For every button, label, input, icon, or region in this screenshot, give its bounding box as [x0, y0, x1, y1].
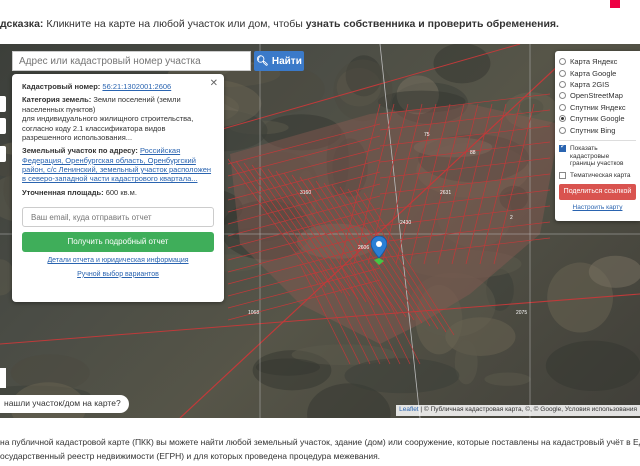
- parcel-number-label: 75: [424, 132, 430, 138]
- radio-icon: [559, 80, 566, 88]
- layer-option-label: Спутник Яндекс: [570, 102, 626, 112]
- left-control-3[interactable]: [0, 146, 6, 162]
- parcel-number-label: 3160: [300, 190, 311, 196]
- parcel-number-label: 2075: [516, 310, 527, 316]
- layer-option-0[interactable]: Карта Яндекс: [559, 56, 636, 67]
- left-control-1[interactable]: [0, 96, 6, 112]
- checkbox-checked-icon: [559, 143, 566, 152]
- layer-option-1[interactable]: Карта Google: [559, 67, 636, 78]
- land-category-row: Категория земель: Земли поселений (земли…: [22, 95, 194, 142]
- setup-map-link[interactable]: Настроить карту: [559, 204, 636, 211]
- layer-option-6[interactable]: Спутник Bing: [559, 124, 636, 135]
- search-button[interactable]: 🔍︎ Найти: [254, 51, 304, 71]
- share-link-button[interactable]: Поделиться ссылкой: [559, 183, 636, 200]
- layer-option-5[interactable]: Спутник Google: [559, 113, 636, 124]
- layer-option-label: Карта Яндекс: [570, 57, 618, 67]
- address-row: Земельный участок по адресу: Российская …: [22, 146, 212, 184]
- layer-option-label: OpenStreetMap: [570, 91, 623, 101]
- layer-panel: Карта Яндекс Карта Google Карта 2GIS OpenSt…: [555, 51, 640, 221]
- get-report-button[interactable]: Получить подробный отчет: [22, 232, 214, 253]
- parcel-info-popup: ✕ Кадастровый номер: 56:21:1302001:2606 …: [12, 74, 224, 302]
- description-text: на публичной кадастровой карте (ПКК) вы …: [0, 437, 640, 461]
- map-pin-icon[interactable]: [370, 235, 388, 271]
- radio-icon: [559, 103, 566, 111]
- manual-choice-link[interactable]: Ручной выбор вариантов: [77, 271, 159, 278]
- parcel-number-label: 2631: [440, 190, 451, 196]
- area-row: Уточненная площадь: 600 кв.м.: [22, 187, 137, 197]
- report-details-link[interactable]: Детали отчета и юридическая информация: [47, 257, 188, 264]
- parcel-number-label: 1068: [248, 310, 259, 316]
- thematic-map-checkbox[interactable]: Тематическая карта: [559, 172, 636, 180]
- search-input[interactable]: [12, 51, 251, 71]
- radio-icon: [559, 126, 566, 134]
- not-found-bubble[interactable]: нашли участок/дом на карте?: [0, 395, 129, 413]
- layer-option-2[interactable]: Карта 2GIS: [559, 79, 636, 90]
- layer-option-label: Карта 2GIS: [570, 79, 610, 89]
- radio-icon: [559, 115, 566, 123]
- close-icon[interactable]: ✕: [210, 78, 218, 91]
- map-attribution: Leaflet | © Публичная кадастровая карта,…: [396, 405, 640, 416]
- left-control-2[interactable]: [0, 118, 6, 134]
- cad-number-link[interactable]: 56:21:1302001:2606: [102, 82, 171, 91]
- layer-option-label: Спутник Google: [570, 114, 625, 124]
- hint-line: дсказка: Кликните на карте на любой учас…: [0, 18, 559, 30]
- parcel-number-label: 2: [510, 215, 513, 221]
- left-edge-button[interactable]: [0, 368, 6, 388]
- search-icon: 🔍︎: [256, 55, 269, 67]
- layer-option-label: Карта Google: [570, 68, 617, 78]
- parcel-number-label: 2606: [358, 245, 369, 251]
- leaflet-link[interactable]: Leaflet: [399, 406, 419, 413]
- radio-icon: [559, 69, 566, 77]
- layer-option-3[interactable]: OpenStreetMap: [559, 90, 636, 101]
- layer-option-label: Спутник Bing: [570, 125, 616, 135]
- page-title-cut: [0, 0, 640, 8]
- radio-icon: [559, 92, 566, 100]
- cad-number-row: Кадастровый номер: 56:21:1302001:2606: [22, 82, 172, 91]
- checkbox-icon: [559, 172, 566, 180]
- parcel-number-label: 88: [470, 150, 476, 156]
- red-square-icon: [610, 0, 620, 8]
- parcel-number-label: 2430: [400, 220, 411, 226]
- layer-option-4[interactable]: Спутник Яндекс: [559, 102, 636, 113]
- show-borders-checkbox[interactable]: Показать кадастровые границы участков: [559, 143, 636, 168]
- email-field[interactable]: [22, 207, 214, 228]
- radio-icon: [559, 58, 566, 66]
